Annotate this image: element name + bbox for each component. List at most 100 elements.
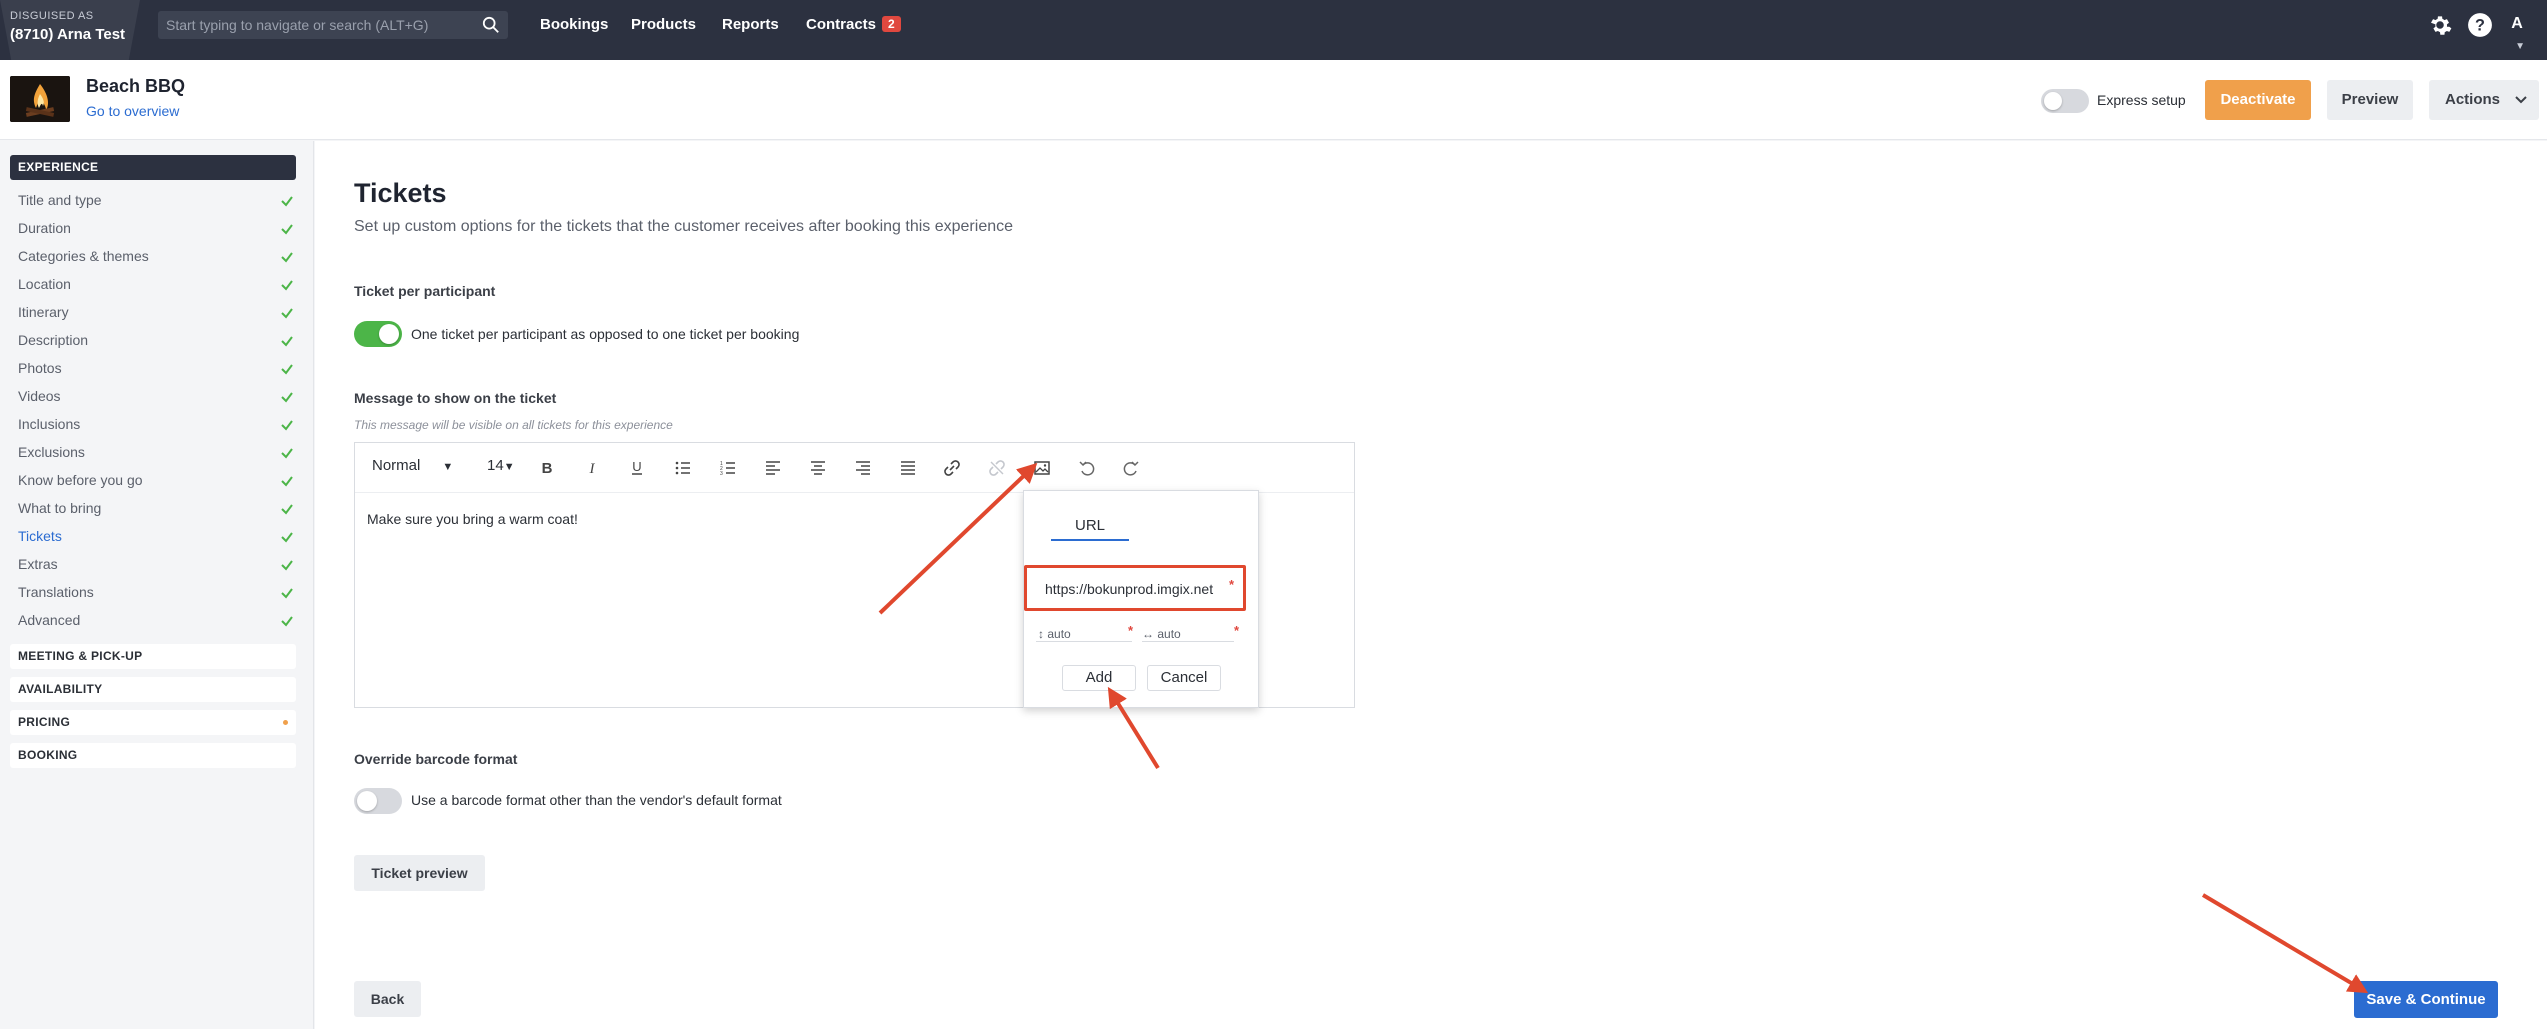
nav-reports[interactable]: Reports [722, 16, 779, 33]
check-icon [281, 476, 293, 487]
align-right-button[interactable] [853, 458, 873, 478]
bullet-list-button[interactable] [673, 458, 693, 478]
sidebar-item-categories-themes[interactable]: Categories & themes [18, 248, 294, 268]
sidebar-item-know-before-you-go[interactable]: Know before you go [18, 472, 294, 492]
numbered-list-button[interactable]: 123 [718, 458, 738, 478]
sidebar-item-tickets[interactable]: Tickets [18, 528, 294, 548]
underline-button[interactable]: U [627, 458, 647, 478]
check-icon [281, 336, 293, 347]
insert-image-button[interactable] [1032, 458, 1052, 478]
tab-url[interactable]: URL [1051, 517, 1129, 541]
caret-down-icon: ▼ [503, 461, 515, 473]
ticket-per-participant-label: Ticket per participant [354, 283, 496, 299]
gear-icon[interactable] [2427, 12, 2453, 38]
editor-content[interactable]: Make sure you bring a warm coat! [367, 511, 578, 527]
italic-button[interactable]: I [582, 458, 602, 478]
toggle-knob [379, 324, 399, 344]
actions-dropdown[interactable]: Actions [2429, 80, 2539, 120]
sidebar-item-photos[interactable]: Photos [18, 360, 294, 380]
width-field[interactable]: ↔ auto [1142, 627, 1181, 641]
check-icon [281, 392, 293, 403]
deactivate-button[interactable]: Deactivate [2205, 80, 2311, 120]
align-center-icon [811, 461, 825, 475]
search-icon[interactable] [482, 16, 500, 34]
nav-contracts[interactable]: Contracts 2 [806, 16, 901, 33]
width-value: auto [1157, 627, 1181, 641]
link-icon [944, 460, 960, 476]
disguise-badge[interactable]: DISGUISED AS (8710) Arna Test [0, 0, 140, 60]
sidebar-item-label: Translations [18, 584, 94, 600]
section-booking[interactable]: BOOKING [10, 743, 296, 768]
required-marker: * [1234, 623, 1240, 638]
nav-bookings[interactable]: Bookings [540, 16, 608, 33]
divider [1036, 641, 1132, 642]
unlink-icon [989, 460, 1005, 476]
sidebar-item-advanced[interactable]: Advanced [18, 612, 294, 632]
check-icon [281, 504, 293, 515]
sidebar-item-label: Know before you go [18, 472, 143, 488]
sidebar-item-translations[interactable]: Translations [18, 584, 294, 604]
section-pricing-label: PRICING [18, 715, 71, 729]
barcode-toggle[interactable] [354, 788, 402, 814]
help-icon[interactable]: ? [2467, 12, 2493, 38]
unlink-button[interactable] [987, 458, 1007, 478]
message-hint: This message will be visible on all tick… [354, 418, 673, 432]
save-continue-button[interactable]: Save & Continue [2354, 981, 2498, 1018]
back-button[interactable]: Back [354, 981, 421, 1017]
sidebar-item-label: Inclusions [18, 416, 81, 432]
sidebar-item-inclusions[interactable]: Inclusions [18, 416, 294, 436]
pricing-incomplete-dot [283, 720, 288, 725]
undo-button[interactable] [1077, 458, 1097, 478]
user-avatar[interactable]: A [2505, 12, 2529, 36]
cancel-image-button[interactable]: Cancel [1147, 665, 1221, 691]
redo-icon [1123, 461, 1139, 476]
go-to-overview-link[interactable]: Go to overview [86, 103, 179, 119]
section-availability[interactable]: AVAILABILITY [10, 677, 296, 702]
section-experience[interactable]: EXPERIENCE [10, 155, 296, 180]
justify-icon [901, 461, 915, 475]
section-meeting-pickup[interactable]: MEETING & PICK-UP [10, 644, 296, 669]
sidebar-item-location[interactable]: Location [18, 276, 294, 296]
search-input[interactable] [166, 15, 466, 35]
section-pricing[interactable]: PRICING [10, 710, 296, 735]
preview-button[interactable]: Preview [2327, 80, 2413, 120]
nav-contracts-label: Contracts [806, 16, 877, 33]
express-setup-toggle[interactable] [2041, 89, 2089, 113]
ticket-per-participant-toggle[interactable] [354, 321, 402, 347]
toggle-knob [357, 791, 377, 811]
sidebar-item-description[interactable]: Description [18, 332, 294, 352]
redo-button[interactable] [1121, 458, 1141, 478]
ticket-preview-button[interactable]: Ticket preview [354, 855, 485, 891]
check-icon [281, 616, 293, 627]
link-button[interactable] [942, 458, 962, 478]
barcode-text: Use a barcode format other than the vend… [411, 792, 782, 808]
font-size-select[interactable]: 14▼ [487, 457, 515, 474]
sidebar-item-label: Extras [18, 556, 58, 572]
height-field[interactable]: ↕ auto [1038, 627, 1071, 641]
sidebar-item-label: Duration [18, 220, 71, 236]
sidebar-item-label: Photos [18, 360, 62, 376]
bold-button[interactable]: B [537, 458, 557, 478]
align-left-button[interactable] [763, 458, 783, 478]
sidebar-item-exclusions[interactable]: Exclusions [18, 444, 294, 464]
sidebar-item-duration[interactable]: Duration [18, 220, 294, 240]
required-marker: * [1229, 577, 1235, 592]
undo-icon [1079, 461, 1095, 476]
add-image-button[interactable]: Add [1062, 665, 1136, 691]
check-icon [281, 560, 293, 571]
font-size-value: 14 [487, 457, 504, 474]
message-label: Message to show on the ticket [354, 390, 557, 406]
chevron-down-icon[interactable]: ▼ [2515, 41, 2525, 52]
image-icon [1034, 461, 1050, 475]
sidebar-item-videos[interactable]: Videos [18, 388, 294, 408]
image-url-input[interactable] [1045, 578, 1221, 600]
align-center-button[interactable] [808, 458, 828, 478]
format-select[interactable]: Normal ▼ [372, 457, 453, 474]
svg-text:B: B [542, 460, 553, 477]
justify-button[interactable] [898, 458, 918, 478]
sidebar-item-extras[interactable]: Extras [18, 556, 294, 576]
sidebar-item-itinerary[interactable]: Itinerary [18, 304, 294, 324]
sidebar-item-title-and-type[interactable]: Title and type [18, 192, 294, 212]
nav-products[interactable]: Products [631, 16, 696, 33]
sidebar-item-what-to-bring[interactable]: What to bring [18, 500, 294, 520]
